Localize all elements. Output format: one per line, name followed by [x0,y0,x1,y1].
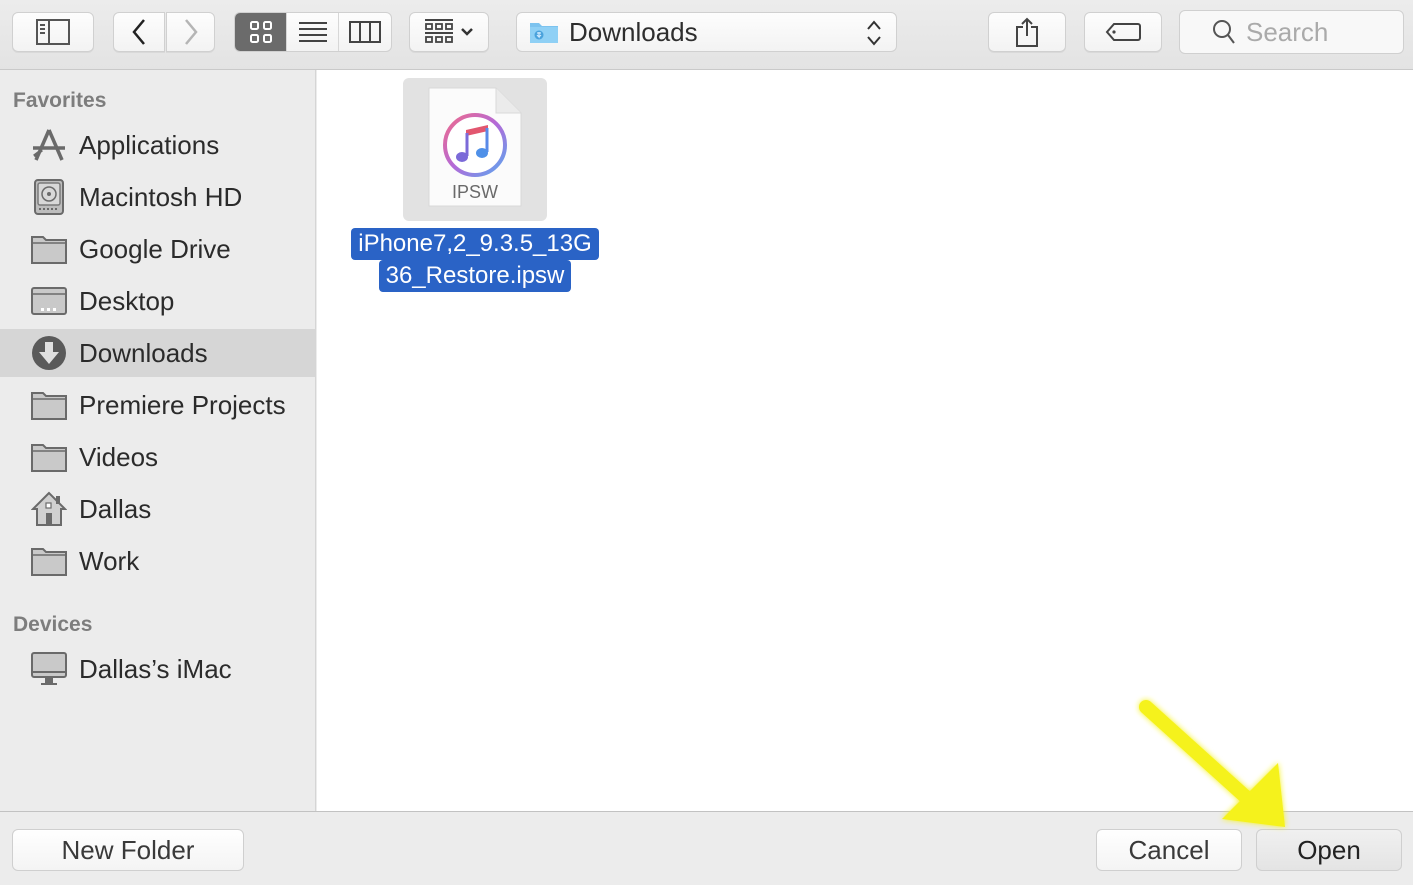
sidebar-item-work[interactable]: Work [0,537,315,585]
arrange-grid-icon [425,19,453,43]
sidebar-item-dallas-imac[interactable]: Dallas’s iMac [0,645,315,693]
hard-drive-icon [30,178,68,216]
share-button[interactable] [988,12,1066,52]
home-icon [30,490,68,528]
arrange-button[interactable] [409,12,489,52]
file-thumbnail[interactable]: IPSW [403,78,547,221]
dialog-footer: New Folder Cancel Open [0,811,1413,885]
sidebar-item-applications[interactable]: Applications [0,121,315,169]
file-name-line2: 36_Restore.ipsw [378,260,572,292]
list-view-button[interactable] [287,13,339,51]
file-name-line1: iPhone7,2_9.3.5_13G [351,228,599,260]
location-popup[interactable]: Downloads [516,12,897,52]
updown-chevron-icon [867,20,881,46]
file-type-label: IPSW [452,182,498,202]
tags-button[interactable] [1084,12,1162,52]
sidebar-item-label: Work [79,545,140,576]
sidebar-item-videos[interactable]: Videos [0,433,315,481]
sidebar-item-dallas[interactable]: Dallas [0,485,315,533]
chevron-right-icon [184,19,198,45]
file-browser: IPSW iPhone7,2_9.3.5_13G 36_Restore.ipsw [317,70,1413,811]
downloads-folder-icon [530,23,558,43]
downloads-icon [30,334,68,372]
sidebar-item-label: Google Drive [79,233,231,264]
column-view-button[interactable] [339,13,391,51]
folder-icon [30,438,68,476]
desktop-icon [30,282,68,320]
sidebar-item-label: Downloads [79,337,208,368]
applications-icon [30,126,68,164]
file-name[interactable]: iPhone7,2_9.3.5_13G 36_Restore.ipsw [335,228,615,292]
sidebar-item-premiere-projects[interactable]: Premiere Projects [0,381,315,429]
sidebar-item-macintosh-hd[interactable]: Macintosh HD [0,173,315,221]
sidebar-icon [36,19,70,45]
sidebar-item-label: Desktop [79,285,175,316]
folder-icon [30,542,68,580]
folder-icon [30,230,68,268]
grid-icon [249,21,272,43]
cancel-button[interactable]: Cancel [1096,829,1242,871]
favorites-heading: Favorites [13,89,107,112]
ipsw-file-icon: IPSW [428,87,522,207]
search-icon [1213,20,1235,44]
search-field[interactable] [1179,10,1404,54]
sidebar-item-label: Macintosh HD [79,181,243,212]
back-button[interactable] [113,12,165,52]
sidebar-item-desktop[interactable]: Desktop [0,277,315,325]
list-icon [298,22,327,42]
share-icon [1016,17,1038,47]
devices-heading: Devices [13,613,93,636]
sidebar-item-label: Dallas’s iMac [79,653,232,684]
sidebar: Favorites Applications Macintosh HD Goog… [0,70,316,811]
chevron-left-icon [132,19,145,45]
forward-button[interactable] [166,12,215,52]
open-file-dialog: Downloads Search Favorites Applications … [0,0,1413,885]
sidebar-item-label: Applications [79,129,220,160]
sidebar-item-downloads[interactable]: Downloads [0,329,315,377]
open-button[interactable]: Open [1256,829,1402,871]
sidebar-item-google-drive[interactable]: Google Drive [0,225,315,273]
view-mode-segmented [234,12,392,52]
sidebar-item-label: Videos [79,441,159,472]
sidebar-item-label: Dallas [79,493,152,524]
imac-icon [30,650,68,688]
location-label: Downloads [569,16,698,47]
toolbar: Downloads [0,0,1413,70]
folder-icon [30,386,68,424]
search-input[interactable] [1246,16,1396,48]
tag-icon [1105,23,1141,41]
chevron-down-icon [461,28,473,36]
sidebar-toggle-button[interactable] [12,12,94,52]
columns-icon [349,21,381,43]
new-folder-button[interactable]: New Folder [12,829,244,871]
sidebar-item-label: Premiere Projects [79,389,286,420]
icon-view-button[interactable] [235,13,287,51]
